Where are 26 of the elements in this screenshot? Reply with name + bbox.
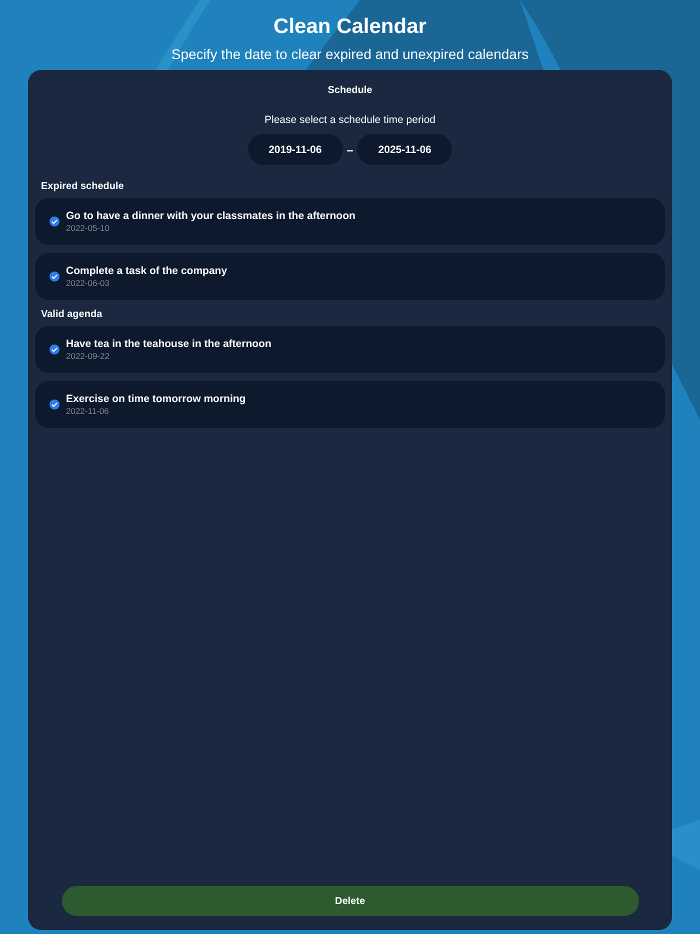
- item-title: Complete a task of the company: [66, 265, 228, 278]
- schedule-item[interactable]: Go to have a dinner with your classmates in the afternoon 2022-05-10: [35, 198, 665, 245]
- section-heading: Valid agenda: [41, 308, 104, 322]
- item-title: Go to have a dinner with your classmates in the afternoon: [66, 210, 356, 223]
- schedule-item[interactable]: Exercise on time tomorrow morning 2022-11-06: [35, 381, 665, 428]
- end-date-button[interactable]: 2025-11-06: [357, 134, 452, 165]
- item-title: Have tea in the teahouse in the afternoon: [66, 338, 272, 351]
- checked-circle-icon[interactable]: [49, 271, 60, 282]
- item-date: 2022-11-06: [66, 406, 110, 416]
- page-subtitle: Specify the date to clear expired and unexpired calendars: [171, 45, 529, 63]
- delete-button[interactable]: Delete: [62, 886, 638, 916]
- date-separator: –: [346, 142, 354, 156]
- item-title: Exercise on time tomorrow morning: [66, 393, 246, 406]
- page-title: Clean Calendar: [274, 14, 426, 40]
- item-date: 2022-09-22: [66, 351, 110, 361]
- schedule-item[interactable]: Have tea in the teahouse in the afternoon 2022-09-22: [35, 326, 665, 373]
- start-date-button[interactable]: 2019-11-06: [248, 134, 343, 165]
- checked-circle-icon[interactable]: [49, 216, 60, 227]
- item-date: 2022-05-10: [66, 223, 110, 233]
- checked-circle-icon[interactable]: [49, 344, 60, 355]
- panel-title: Schedule: [328, 84, 372, 98]
- section-heading: Expired schedule: [41, 180, 125, 194]
- schedule-item[interactable]: Complete a task of the company 2022-06-03: [35, 253, 665, 300]
- checked-circle-icon[interactable]: [49, 399, 60, 410]
- period-prompt: Please select a schedule time period: [264, 113, 436, 127]
- item-date: 2022-06-03: [66, 278, 110, 288]
